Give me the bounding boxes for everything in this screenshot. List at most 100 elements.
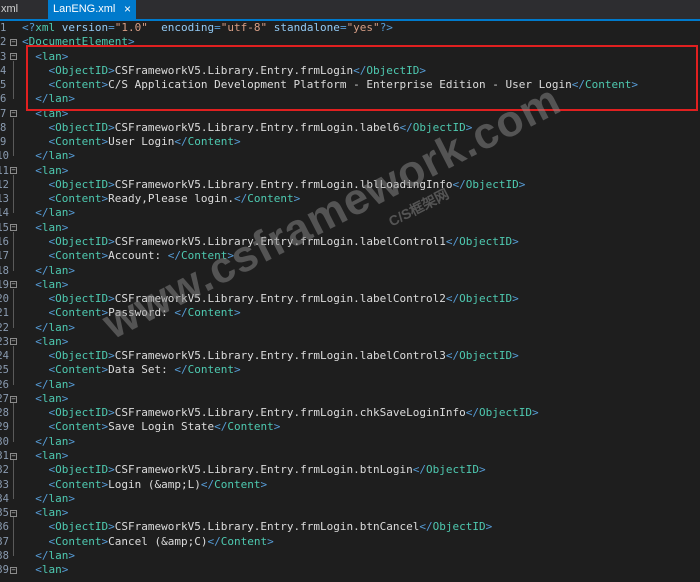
object-id-line: <ObjectID>CSFrameworkV5.Library.Entry.fr… — [48, 292, 519, 306]
collapse-toggle-icon[interactable]: − — [10, 38, 17, 46]
lan-close: </lan> — [35, 377, 75, 391]
line-number: 30 — [0, 435, 9, 448]
object-id-line: <ObjectID>CSFrameworkV5.Library.Entry.fr… — [48, 463, 486, 477]
object-id-line: <ObjectID>CSFrameworkV5.Library.Entry.fr… — [48, 177, 526, 191]
collapse-toggle-icon[interactable]: − — [10, 509, 17, 517]
object-id-line: <ObjectID>CSFrameworkV5.Library.Entry.fr… — [48, 520, 493, 534]
line-number: 39 — [0, 564, 9, 577]
object-id-line: <ObjectID>CSFrameworkV5.Library.Entry.fr… — [48, 406, 539, 420]
content-line: <Content>C/S Application Development Pla… — [48, 78, 638, 92]
lan-close: </lan> — [35, 92, 75, 106]
outline-line — [13, 517, 14, 556]
line-number: 11 — [0, 164, 9, 177]
lan-close: </lan> — [35, 206, 75, 220]
xml-declaration: <?xml version="1.0" encoding="utf-8" sta… — [22, 21, 393, 34]
lan-close: </lan> — [35, 149, 75, 163]
object-id-line: <ObjectID>CSFrameworkV5.Library.Entry.fr… — [48, 349, 519, 363]
root-element: <DocumentElement> — [22, 35, 135, 49]
line-number: 7 — [0, 107, 7, 120]
content-line: <Content>Ready,Please login.</Content> — [48, 192, 301, 206]
line-number: 18 — [0, 264, 9, 277]
lan-open: <lan> — [35, 106, 69, 120]
line-number: 16 — [0, 235, 9, 248]
object-id-line: <ObjectID>CSFrameworkV5.Library.Entry.fr… — [48, 120, 473, 134]
lan-open: <lan> — [35, 563, 69, 577]
lan-open: <lan> — [35, 163, 69, 177]
lan-close: </lan> — [35, 263, 75, 277]
outline-line — [13, 117, 14, 157]
line-number: 15 — [0, 221, 9, 234]
line-number: 26 — [0, 378, 9, 391]
line-number: 23 — [0, 335, 9, 348]
line-number: 1 — [0, 22, 7, 34]
line-number: 37 — [0, 535, 9, 548]
collapse-toggle-icon[interactable]: − — [10, 452, 17, 460]
tab-xml[interactable]: xml — [0, 0, 41, 19]
lan-open: <lan> — [35, 220, 69, 234]
line-number: 14 — [0, 207, 9, 220]
line-number: 31 — [0, 449, 9, 462]
outline-line — [13, 345, 14, 385]
line-number: 32 — [0, 464, 9, 477]
collapse-toggle-icon[interactable]: − — [10, 224, 17, 232]
lan-close: </lan> — [35, 434, 75, 448]
outline-line — [13, 460, 14, 499]
outline-line — [13, 403, 14, 442]
object-id-line: <ObjectID>CSFrameworkV5.Library.Entry.fr… — [48, 63, 427, 77]
lan-open: <lan> — [35, 49, 69, 63]
line-number: 4 — [0, 64, 7, 77]
line-number: 25 — [0, 364, 9, 377]
content-line: <Content>Cancel (&amp;C)</Content> — [48, 534, 274, 548]
lan-open: <lan> — [35, 391, 69, 405]
line-number-gutter: 1234567891011121314151617181920212223242… — [0, 21, 9, 582]
lan-close: </lan> — [35, 320, 75, 334]
content-line: <Content>Account: </Content> — [48, 249, 234, 263]
outline-gutter: − − − − − − − − − − − — [9, 21, 19, 582]
line-number: 36 — [0, 521, 9, 534]
tab-laneng-xml[interactable]: LanENG.xml × — [48, 0, 136, 19]
content-line: <Content>Password: </Content> — [48, 306, 241, 320]
line-number: 21 — [0, 307, 9, 320]
line-number: 29 — [0, 421, 9, 434]
line-number: 33 — [0, 478, 9, 491]
content-line: <Content>Login (&amp;L)</Content> — [48, 477, 268, 491]
line-number: 9 — [0, 136, 7, 149]
collapse-toggle-icon[interactable]: − — [10, 167, 17, 175]
line-number: 2 — [0, 36, 7, 49]
line-number: 19 — [0, 278, 9, 291]
lan-open: <lan> — [35, 277, 69, 291]
collapse-toggle-icon[interactable]: − — [10, 281, 17, 289]
collapse-toggle-icon[interactable]: − — [10, 53, 17, 61]
line-number: 35 — [0, 507, 9, 520]
line-number: 34 — [0, 492, 9, 505]
line-number: 28 — [0, 407, 9, 420]
line-number: 17 — [0, 250, 9, 263]
line-number: 22 — [0, 321, 9, 334]
tab-label: LanENG.xml — [53, 3, 116, 15]
content-line: <Content>Save Login State</Content> — [48, 420, 281, 434]
close-icon[interactable]: × — [124, 0, 131, 19]
line-number: 24 — [0, 350, 9, 363]
line-number: 10 — [0, 150, 9, 163]
lan-open: <lan> — [35, 448, 69, 462]
line-number: 20 — [0, 293, 9, 306]
line-number: 27 — [0, 392, 9, 405]
document-tab-bar: xml LanENG.xml × — [0, 0, 700, 21]
code-editor[interactable]: 1234567891011121314151617181920212223242… — [0, 21, 700, 582]
lan-close: </lan> — [35, 548, 75, 562]
collapse-toggle-icon[interactable]: − — [10, 395, 17, 403]
outline-line — [13, 174, 14, 214]
line-number: 3 — [0, 50, 7, 63]
outline-line — [13, 288, 14, 328]
line-number: 38 — [0, 549, 9, 562]
object-id-line: <ObjectID>CSFrameworkV5.Library.Entry.fr… — [48, 234, 519, 248]
line-number: 6 — [0, 93, 7, 106]
code-text[interactable]: <?xml version="1.0" encoding="utf-8" sta… — [22, 21, 700, 582]
collapse-toggle-icon[interactable]: − — [10, 338, 17, 346]
collapse-toggle-icon[interactable]: − — [10, 110, 17, 118]
outline-line — [13, 60, 14, 100]
line-number: 8 — [0, 121, 7, 134]
content-line: <Content>User Login</Content> — [48, 135, 241, 149]
lan-open: <lan> — [35, 334, 69, 348]
collapse-toggle-icon[interactable]: − — [10, 566, 17, 574]
